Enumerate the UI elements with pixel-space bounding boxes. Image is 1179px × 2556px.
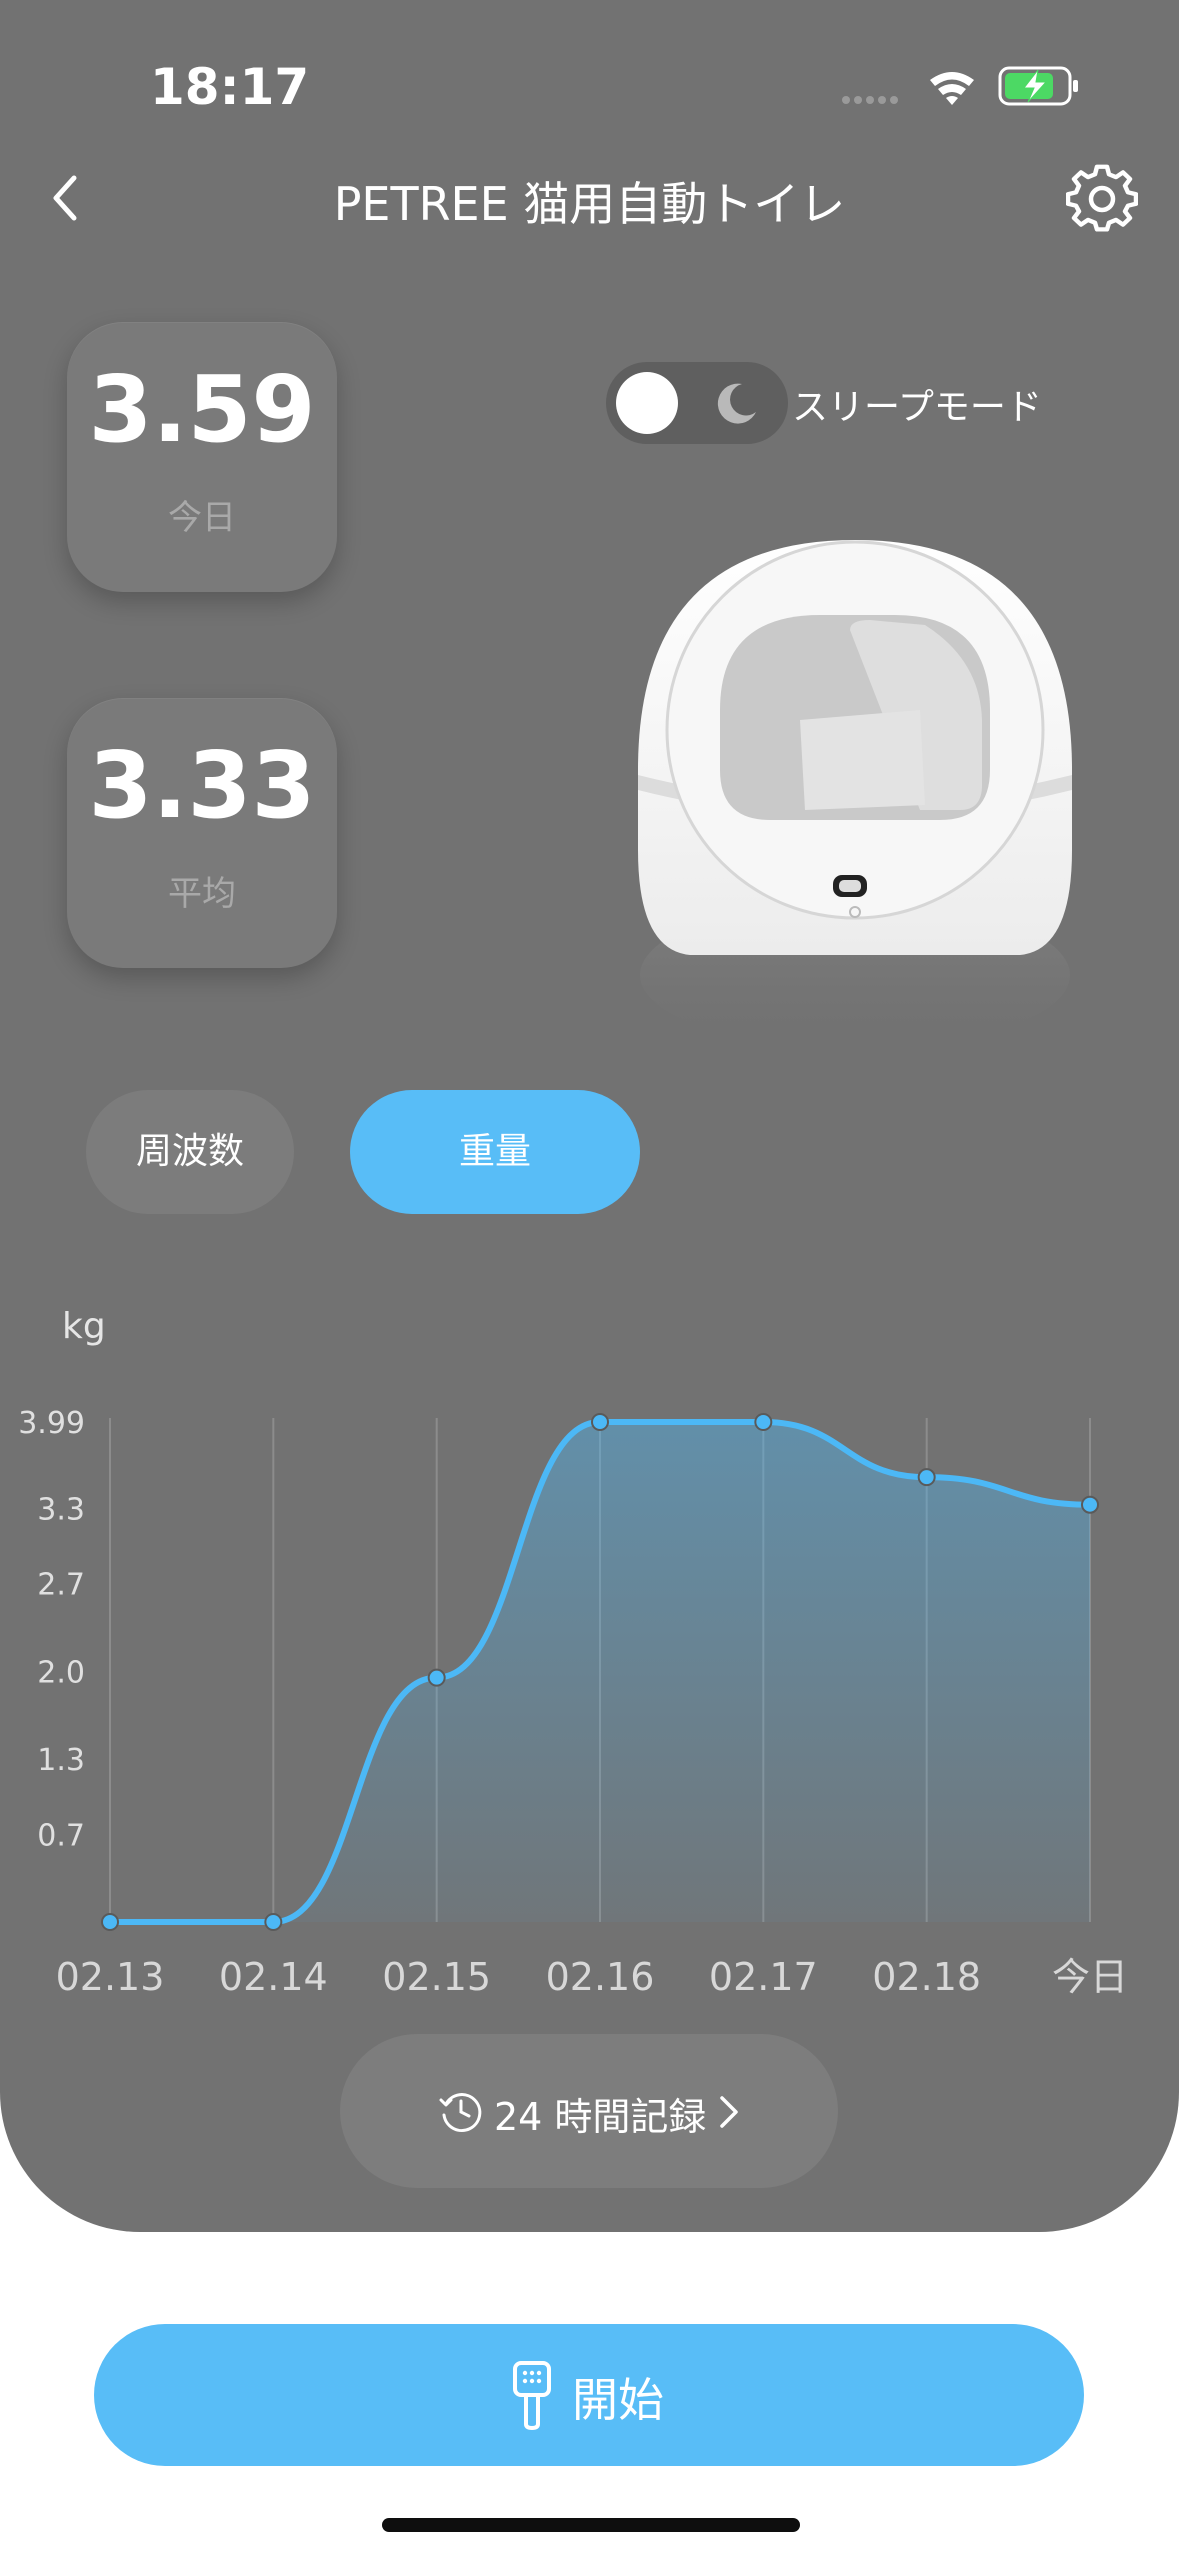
history-label: 24 時間記録 (494, 2095, 707, 2139)
sleep-mode-label: スリープモード (792, 387, 1042, 428)
status-icons (842, 66, 1078, 106)
today-weight-label: 今日 (168, 498, 236, 538)
wifi-icon (930, 72, 974, 105)
y-tick-label: 3.99 (18, 1406, 85, 1441)
status-time: 18:17 (150, 58, 310, 116)
average-weight-card: 3.33 平均 (67, 698, 337, 968)
data-point (101, 1913, 119, 1931)
start-label: 開始 (572, 2373, 664, 2427)
x-tick-label: 02.18 (872, 1955, 981, 1999)
average-weight-label: 平均 (168, 874, 236, 914)
average-weight-value: 3.33 (88, 732, 316, 839)
battery-charging-icon (998, 66, 1078, 106)
x-tick-label: 02.14 (219, 1955, 328, 1999)
tab-frequency[interactable]: 周波数 (86, 1090, 294, 1214)
toggle-knob (616, 372, 678, 434)
today-weight-value: 3.59 (88, 356, 316, 463)
sleep-mode-toggle[interactable] (606, 362, 788, 444)
litter-box-image (638, 540, 1072, 1050)
x-tick-label: 02.16 (546, 1955, 655, 1999)
litter-scoop-icon (513, 2361, 551, 2430)
x-tick-label: 02.15 (382, 1955, 491, 1999)
data-point (917, 1468, 936, 1487)
moon-icon (717, 383, 756, 424)
page-title: PETREE 猫用自動トイレ (333, 177, 846, 231)
start-button[interactable]: 開始 (94, 2324, 1084, 2466)
x-tick-label: 02.13 (56, 1955, 165, 1999)
weight-chart: 3.99 3.3 2.7 2.0 1.3 0.7 02.13 02.14 02.15 02.16 0… (18, 1406, 1128, 1999)
y-tick-label: 2.0 (37, 1655, 85, 1690)
tab-weight[interactable]: 重量 (350, 1090, 640, 1214)
cellular-signal-icon (842, 96, 898, 104)
gear-icon[interactable] (1066, 164, 1138, 236)
main-panel: 18:17 PETREE 猫用自動トイレ 3.59 今日 3.33 平均 スリー… (0, 0, 1179, 2232)
x-tick-label: 今日 (1052, 1955, 1128, 1999)
chevron-right-icon (720, 2096, 738, 2128)
clock-history-icon (439, 2093, 482, 2133)
today-weight-card: 3.59 今日 (67, 322, 337, 592)
y-tick-label: 1.3 (37, 1743, 85, 1778)
y-tick-label: 3.3 (37, 1492, 85, 1527)
history-24h-button[interactable]: 24 時間記録 (340, 2034, 838, 2188)
y-tick-label: 0.7 (37, 1818, 85, 1853)
home-indicator (382, 2518, 800, 2532)
y-tick-label: 2.7 (37, 1568, 85, 1603)
data-point (754, 1413, 773, 1431)
data-point (591, 1413, 609, 1431)
data-point (1081, 1495, 1099, 1514)
data-point (427, 1668, 446, 1687)
data-point (264, 1913, 283, 1931)
chart-unit-label: kg (62, 1306, 106, 1347)
x-tick-label: 02.17 (709, 1955, 818, 1999)
weight-area (110, 1422, 1090, 1922)
